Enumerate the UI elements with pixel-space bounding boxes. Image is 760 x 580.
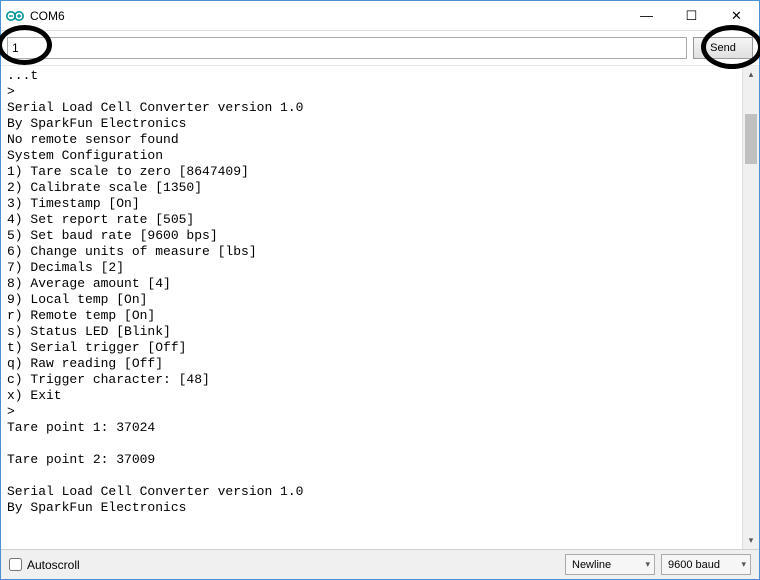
chevron-down-icon: ▾ [741,559,746,570]
scroll-down-icon[interactable]: ▾ [743,532,759,549]
scroll-thumb[interactable] [745,114,757,164]
window-frame: COM6 — ☐ ✕ Send ...t > Serial Load Cell … [0,0,760,580]
serial-input[interactable] [7,37,687,59]
minimize-button[interactable]: — [624,1,669,30]
autoscroll-option[interactable]: Autoscroll [9,558,80,572]
console-output: ...t > Serial Load Cell Converter versio… [1,66,742,549]
window-title: COM6 [30,9,65,23]
titlebar: COM6 — ☐ ✕ [1,1,759,31]
window-controls: — ☐ ✕ [624,1,759,30]
console-area: ...t > Serial Load Cell Converter versio… [1,66,759,549]
baud-select[interactable]: 9600 baud ▾ [661,554,751,575]
chevron-down-icon: ▾ [645,559,650,570]
maximize-button[interactable]: ☐ [669,1,714,30]
close-button[interactable]: ✕ [714,1,759,30]
line-ending-value: Newline [572,559,611,571]
send-button[interactable]: Send [693,37,753,59]
bottom-bar: Autoscroll Newline ▾ 9600 baud ▾ [1,549,759,579]
autoscroll-label: Autoscroll [27,558,80,572]
baud-value: 9600 baud [668,559,720,571]
vertical-scrollbar[interactable]: ▴ ▾ [742,66,759,549]
line-ending-select[interactable]: Newline ▾ [565,554,655,575]
send-row: Send [1,31,759,66]
scroll-up-icon[interactable]: ▴ [743,66,759,83]
autoscroll-checkbox[interactable] [9,558,22,571]
arduino-icon [6,7,24,25]
